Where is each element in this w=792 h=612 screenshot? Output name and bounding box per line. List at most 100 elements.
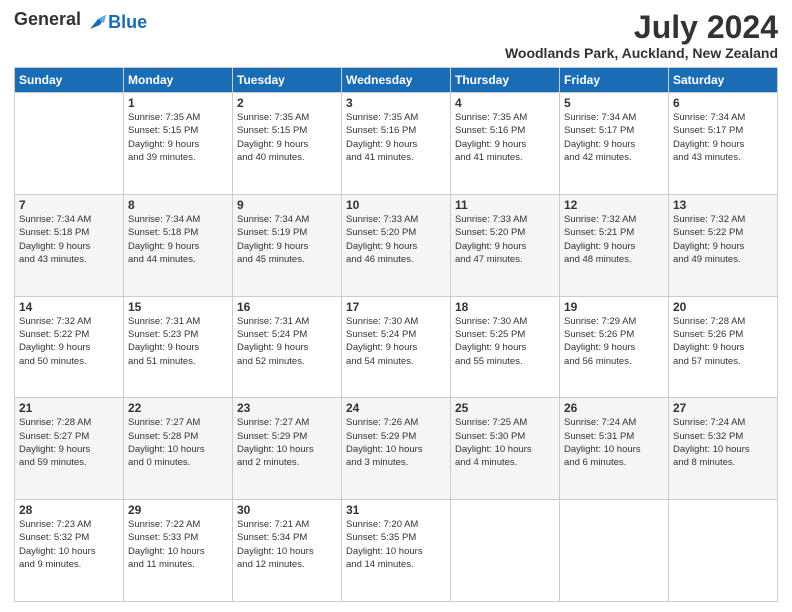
day-info: Sunrise: 7:29 AMSunset: 5:26 PMDaylight:… (564, 315, 664, 368)
calendar-week-row: 14Sunrise: 7:32 AMSunset: 5:22 PMDayligh… (15, 296, 778, 398)
day-number: 14 (19, 300, 119, 314)
day-info: Sunrise: 7:23 AMSunset: 5:32 PMDaylight:… (19, 518, 119, 571)
calendar-day-header: Monday (124, 68, 233, 93)
day-info: Sunrise: 7:24 AMSunset: 5:32 PMDaylight:… (673, 416, 773, 469)
calendar-cell: 19Sunrise: 7:29 AMSunset: 5:26 PMDayligh… (560, 296, 669, 398)
calendar-cell: 26Sunrise: 7:24 AMSunset: 5:31 PMDayligh… (560, 398, 669, 500)
day-number: 1 (128, 96, 228, 110)
day-number: 5 (564, 96, 664, 110)
day-number: 25 (455, 401, 555, 415)
calendar-week-row: 7Sunrise: 7:34 AMSunset: 5:18 PMDaylight… (15, 194, 778, 296)
day-info: Sunrise: 7:35 AMSunset: 5:15 PMDaylight:… (128, 111, 228, 164)
logo-general: General (14, 9, 81, 29)
day-number: 29 (128, 503, 228, 517)
calendar-week-row: 1Sunrise: 7:35 AMSunset: 5:15 PMDaylight… (15, 93, 778, 195)
day-number: 13 (673, 198, 773, 212)
calendar-cell (669, 500, 778, 602)
calendar-cell: 12Sunrise: 7:32 AMSunset: 5:21 PMDayligh… (560, 194, 669, 296)
calendar-cell: 16Sunrise: 7:31 AMSunset: 5:24 PMDayligh… (233, 296, 342, 398)
day-number: 9 (237, 198, 337, 212)
calendar-week-row: 28Sunrise: 7:23 AMSunset: 5:32 PMDayligh… (15, 500, 778, 602)
day-number: 21 (19, 401, 119, 415)
calendar-cell: 13Sunrise: 7:32 AMSunset: 5:22 PMDayligh… (669, 194, 778, 296)
day-number: 10 (346, 198, 446, 212)
header-right: July 2024 Woodlands Park, Auckland, New … (505, 10, 778, 61)
calendar-day-header: Friday (560, 68, 669, 93)
day-number: 11 (455, 198, 555, 212)
header: General Blue July 2024 Woodlands Park, A… (14, 10, 778, 61)
calendar-cell (560, 500, 669, 602)
page: General Blue July 2024 Woodlands Park, A… (0, 0, 792, 612)
day-info: Sunrise: 7:30 AMSunset: 5:25 PMDaylight:… (455, 315, 555, 368)
calendar-day-header: Sunday (15, 68, 124, 93)
day-number: 2 (237, 96, 337, 110)
day-number: 18 (455, 300, 555, 314)
calendar-cell: 30Sunrise: 7:21 AMSunset: 5:34 PMDayligh… (233, 500, 342, 602)
calendar-day-header: Thursday (451, 68, 560, 93)
calendar-cell: 1Sunrise: 7:35 AMSunset: 5:15 PMDaylight… (124, 93, 233, 195)
day-number: 17 (346, 300, 446, 314)
month-title: July 2024 (505, 10, 778, 45)
day-number: 28 (19, 503, 119, 517)
calendar-cell: 25Sunrise: 7:25 AMSunset: 5:30 PMDayligh… (451, 398, 560, 500)
calendar-cell: 9Sunrise: 7:34 AMSunset: 5:19 PMDaylight… (233, 194, 342, 296)
calendar-cell: 4Sunrise: 7:35 AMSunset: 5:16 PMDaylight… (451, 93, 560, 195)
day-number: 27 (673, 401, 773, 415)
day-number: 30 (237, 503, 337, 517)
logo: General Blue (14, 10, 147, 33)
day-number: 6 (673, 96, 773, 110)
day-number: 12 (564, 198, 664, 212)
day-info: Sunrise: 7:32 AMSunset: 5:22 PMDaylight:… (673, 213, 773, 266)
day-number: 4 (455, 96, 555, 110)
day-info: Sunrise: 7:26 AMSunset: 5:29 PMDaylight:… (346, 416, 446, 469)
calendar-cell: 24Sunrise: 7:26 AMSunset: 5:29 PMDayligh… (342, 398, 451, 500)
logo-bird-icon (86, 11, 108, 33)
calendar-cell: 10Sunrise: 7:33 AMSunset: 5:20 PMDayligh… (342, 194, 451, 296)
day-number: 31 (346, 503, 446, 517)
logo-blue: Blue (108, 12, 147, 32)
calendar-day-header: Tuesday (233, 68, 342, 93)
calendar-cell: 23Sunrise: 7:27 AMSunset: 5:29 PMDayligh… (233, 398, 342, 500)
day-info: Sunrise: 7:34 AMSunset: 5:17 PMDaylight:… (564, 111, 664, 164)
day-info: Sunrise: 7:22 AMSunset: 5:33 PMDaylight:… (128, 518, 228, 571)
day-number: 19 (564, 300, 664, 314)
calendar-cell (451, 500, 560, 602)
calendar-cell: 14Sunrise: 7:32 AMSunset: 5:22 PMDayligh… (15, 296, 124, 398)
calendar-cell: 31Sunrise: 7:20 AMSunset: 5:35 PMDayligh… (342, 500, 451, 602)
day-info: Sunrise: 7:32 AMSunset: 5:22 PMDaylight:… (19, 315, 119, 368)
day-info: Sunrise: 7:35 AMSunset: 5:15 PMDaylight:… (237, 111, 337, 164)
day-number: 23 (237, 401, 337, 415)
calendar-cell: 2Sunrise: 7:35 AMSunset: 5:15 PMDaylight… (233, 93, 342, 195)
day-number: 15 (128, 300, 228, 314)
calendar-cell: 27Sunrise: 7:24 AMSunset: 5:32 PMDayligh… (669, 398, 778, 500)
day-info: Sunrise: 7:32 AMSunset: 5:21 PMDaylight:… (564, 213, 664, 266)
day-number: 3 (346, 96, 446, 110)
day-info: Sunrise: 7:24 AMSunset: 5:31 PMDaylight:… (564, 416, 664, 469)
calendar-cell: 7Sunrise: 7:34 AMSunset: 5:18 PMDaylight… (15, 194, 124, 296)
calendar-cell: 15Sunrise: 7:31 AMSunset: 5:23 PMDayligh… (124, 296, 233, 398)
day-number: 26 (564, 401, 664, 415)
day-number: 22 (128, 401, 228, 415)
day-info: Sunrise: 7:28 AMSunset: 5:27 PMDaylight:… (19, 416, 119, 469)
calendar-cell: 22Sunrise: 7:27 AMSunset: 5:28 PMDayligh… (124, 398, 233, 500)
day-info: Sunrise: 7:34 AMSunset: 5:19 PMDaylight:… (237, 213, 337, 266)
calendar-cell: 17Sunrise: 7:30 AMSunset: 5:24 PMDayligh… (342, 296, 451, 398)
calendar-cell: 5Sunrise: 7:34 AMSunset: 5:17 PMDaylight… (560, 93, 669, 195)
day-info: Sunrise: 7:34 AMSunset: 5:18 PMDaylight:… (128, 213, 228, 266)
day-info: Sunrise: 7:30 AMSunset: 5:24 PMDaylight:… (346, 315, 446, 368)
calendar: SundayMondayTuesdayWednesdayThursdayFrid… (14, 67, 778, 602)
calendar-cell: 20Sunrise: 7:28 AMSunset: 5:26 PMDayligh… (669, 296, 778, 398)
location: Woodlands Park, Auckland, New Zealand (505, 45, 778, 61)
calendar-cell: 28Sunrise: 7:23 AMSunset: 5:32 PMDayligh… (15, 500, 124, 602)
day-info: Sunrise: 7:31 AMSunset: 5:23 PMDaylight:… (128, 315, 228, 368)
day-number: 20 (673, 300, 773, 314)
calendar-cell: 6Sunrise: 7:34 AMSunset: 5:17 PMDaylight… (669, 93, 778, 195)
calendar-cell: 18Sunrise: 7:30 AMSunset: 5:25 PMDayligh… (451, 296, 560, 398)
day-number: 24 (346, 401, 446, 415)
calendar-cell: 29Sunrise: 7:22 AMSunset: 5:33 PMDayligh… (124, 500, 233, 602)
day-info: Sunrise: 7:25 AMSunset: 5:30 PMDaylight:… (455, 416, 555, 469)
day-info: Sunrise: 7:20 AMSunset: 5:35 PMDaylight:… (346, 518, 446, 571)
calendar-cell (15, 93, 124, 195)
calendar-cell: 11Sunrise: 7:33 AMSunset: 5:20 PMDayligh… (451, 194, 560, 296)
day-info: Sunrise: 7:33 AMSunset: 5:20 PMDaylight:… (346, 213, 446, 266)
